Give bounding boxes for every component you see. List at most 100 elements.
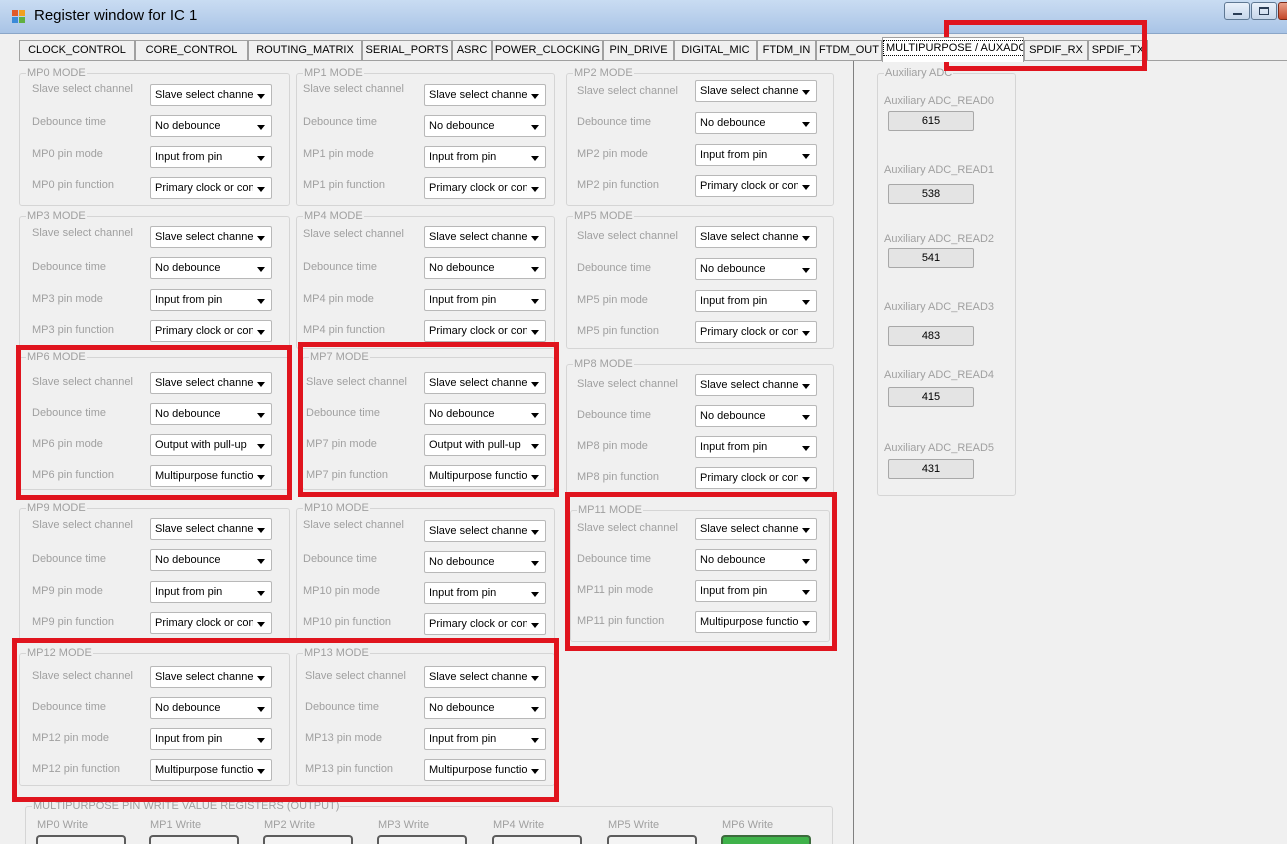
pin-function-dropdown[interactable]: Multipurpose function [424,759,546,781]
tab-ftdm-in[interactable]: FTDM_IN [757,40,816,61]
chevron-down-icon [802,446,810,451]
chevron-down-icon [257,769,265,774]
pin-mode-dropdown[interactable]: Output with pull-up [424,434,546,456]
pin-mode-dropdown[interactable]: Input from pin [424,728,546,750]
pin-function-dropdown[interactable]: Primary clock or control [150,320,272,342]
pin-mode-label: MP6 pin mode [32,438,103,450]
close-button[interactable] [1278,2,1287,20]
debounce-dropdown[interactable]: No debounce [424,257,546,279]
pin-mode-dropdown[interactable]: Input from pin [150,146,272,168]
mp10-mode-group: MP10 MODE Slave select channel Slave sel… [296,502,555,641]
pin-mode-dropdown[interactable]: Input from pin [424,289,546,311]
debounce-dropdown[interactable]: No debounce [424,551,546,573]
debounce-dropdown[interactable]: No debounce [150,257,272,279]
mp3-write-toggle[interactable] [377,835,467,844]
debounce-label: Debounce time [303,261,377,273]
slave-select-dropdown[interactable]: Slave select channel 0 [424,520,546,542]
pin-mode-dropdown[interactable]: Input from pin [424,146,546,168]
chevron-down-icon [802,477,810,482]
pin-mode-dropdown[interactable]: Input from pin [150,581,272,603]
tab-power-clocking[interactable]: POWER_CLOCKING [492,40,603,61]
mp5-write-toggle[interactable] [607,835,697,844]
pin-function-dropdown[interactable]: Primary clock or control [695,467,817,489]
pin-mode-dropdown[interactable]: Input from pin [150,728,272,750]
slave-select-dropdown[interactable]: Slave select channel 0 [695,374,817,396]
chevron-down-icon [802,621,810,626]
tab-core-control[interactable]: CORE_CONTROL [135,40,248,61]
pin-mode-dropdown[interactable]: Input from pin [695,290,817,312]
pin-mode-dropdown[interactable]: Input from pin [150,289,272,311]
minimize-button[interactable] [1224,2,1250,20]
pin-function-dropdown[interactable]: Primary clock or control [695,175,817,197]
slave-select-dropdown[interactable]: Slave select channel 0 [424,226,546,248]
chevron-down-icon [802,236,810,241]
tab-serial-ports[interactable]: SERIAL_PORTS [362,40,452,61]
tab-pin-drive[interactable]: PIN_DRIVE [603,40,674,61]
pin-function-dropdown[interactable]: Multipurpose function [695,611,817,633]
debounce-dropdown[interactable]: No debounce [150,549,272,571]
pin-function-dropdown[interactable]: Multipurpose function [150,759,272,781]
chevron-down-icon [257,444,265,449]
debounce-dropdown[interactable]: No debounce [695,112,817,134]
slave-select-dropdown[interactable]: Slave select channel 0 [150,372,272,394]
pin-function-dropdown[interactable]: Multipurpose function [150,465,272,487]
debounce-label: Debounce time [32,553,106,565]
chevron-down-icon [531,444,539,449]
tab-spdif-tx[interactable]: SPDIF_TX [1088,40,1148,61]
adc-read-label: Auxiliary ADC_READ4 [884,369,995,381]
debounce-label: Debounce time [306,407,380,419]
tab-digital-mic[interactable]: DIGITAL_MIC [674,40,757,61]
mp2-write-toggle[interactable] [263,835,353,844]
tab-clock-control[interactable]: CLOCK_CONTROL [19,40,135,61]
debounce-dropdown[interactable]: No debounce [424,697,546,719]
slave-select-dropdown[interactable]: Slave select channel 0 [150,666,272,688]
slave-select-dropdown[interactable]: Slave select channel 0 [695,80,817,102]
mp1-write-toggle[interactable] [149,835,239,844]
slave-select-dropdown[interactable]: Slave select channel 0 [150,84,272,106]
slave-select-dropdown[interactable]: Slave select channel 0 [424,666,546,688]
slave-select-label: Slave select channel [303,519,404,531]
slave-select-dropdown[interactable]: Slave select channel 0 [695,226,817,248]
pin-function-dropdown[interactable]: Primary clock or control [150,612,272,634]
pin-function-dropdown[interactable]: Primary clock or control [695,321,817,343]
pin-mode-dropdown[interactable]: Input from pin [424,582,546,604]
pin-function-dropdown[interactable]: Primary clock or control [424,177,546,199]
debounce-dropdown[interactable]: No debounce [695,405,817,427]
pin-function-dropdown[interactable]: Primary clock or control [424,320,546,342]
debounce-dropdown[interactable]: No debounce [150,115,272,137]
pin-mode-dropdown[interactable]: Input from pin [695,436,817,458]
debounce-dropdown[interactable]: No debounce [424,403,546,425]
slave-select-dropdown[interactable]: Slave select channel 0 [150,518,272,540]
mp1-mode-group: MP1 MODE Slave select channel Slave sele… [296,67,555,206]
pin-mode-dropdown[interactable]: Input from pin [695,144,817,166]
debounce-dropdown[interactable]: No debounce [695,258,817,280]
slave-select-dropdown[interactable]: Slave select channel 0 [424,84,546,106]
pin-function-dropdown[interactable]: Primary clock or control [424,613,546,635]
chevron-down-icon [531,592,539,597]
mp0-write-toggle[interactable] [36,835,126,844]
mp4-write-toggle[interactable] [492,835,582,844]
chevron-down-icon [531,236,539,241]
pin-function-dropdown[interactable]: Multipurpose function [424,465,546,487]
debounce-dropdown[interactable]: No debounce [424,115,546,137]
slave-select-dropdown[interactable]: Slave select channel 0 [695,518,817,540]
slave-select-dropdown[interactable]: Slave select channel 0 [424,372,546,394]
debounce-dropdown[interactable]: No debounce [150,697,272,719]
slave-select-dropdown[interactable]: Slave select channel 0 [150,226,272,248]
chevron-down-icon [257,707,265,712]
pin-mode-dropdown[interactable]: Output with pull-up [150,434,272,456]
mp6-write-toggle[interactable] [721,835,811,844]
tab-asrc[interactable]: ASRC [452,40,492,61]
app-icon [12,10,26,24]
debounce-dropdown[interactable]: No debounce [150,403,272,425]
tab-spdif-rx[interactable]: SPDIF_RX [1024,40,1088,61]
maximize-button[interactable] [1251,2,1277,20]
tab-routing-matrix[interactable]: ROUTING_MATRIX [248,40,362,61]
tab-multipurpose-auxadc[interactable]: MULTIPURPOSE / AUXADC [882,37,1024,62]
pin-function-dropdown[interactable]: Primary clock or control [150,177,272,199]
tab-ftdm-out[interactable]: FTDM_OUT [816,40,882,61]
pin-function-label: MP1 pin function [303,179,385,191]
slave-select-label: Slave select channel [577,522,678,534]
debounce-dropdown[interactable]: No debounce [695,549,817,571]
pin-mode-dropdown[interactable]: Input from pin [695,580,817,602]
